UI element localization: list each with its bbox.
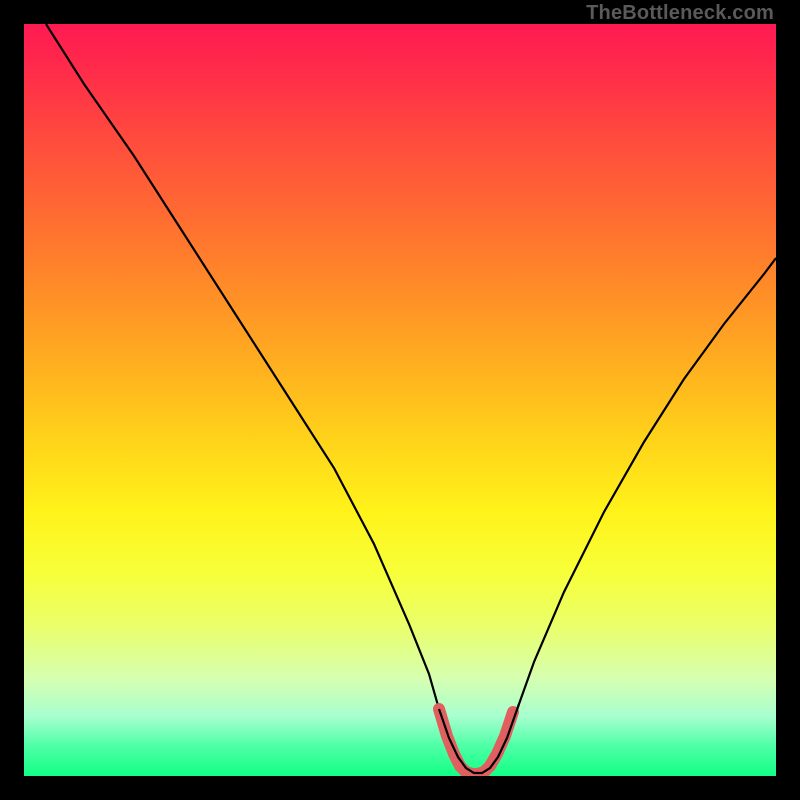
plot-area <box>24 24 776 776</box>
chart-frame: TheBottleneck.com <box>0 0 800 800</box>
bottleneck-curve <box>46 24 776 773</box>
attribution-text: TheBottleneck.com <box>586 2 774 25</box>
curve-layer <box>24 24 776 776</box>
